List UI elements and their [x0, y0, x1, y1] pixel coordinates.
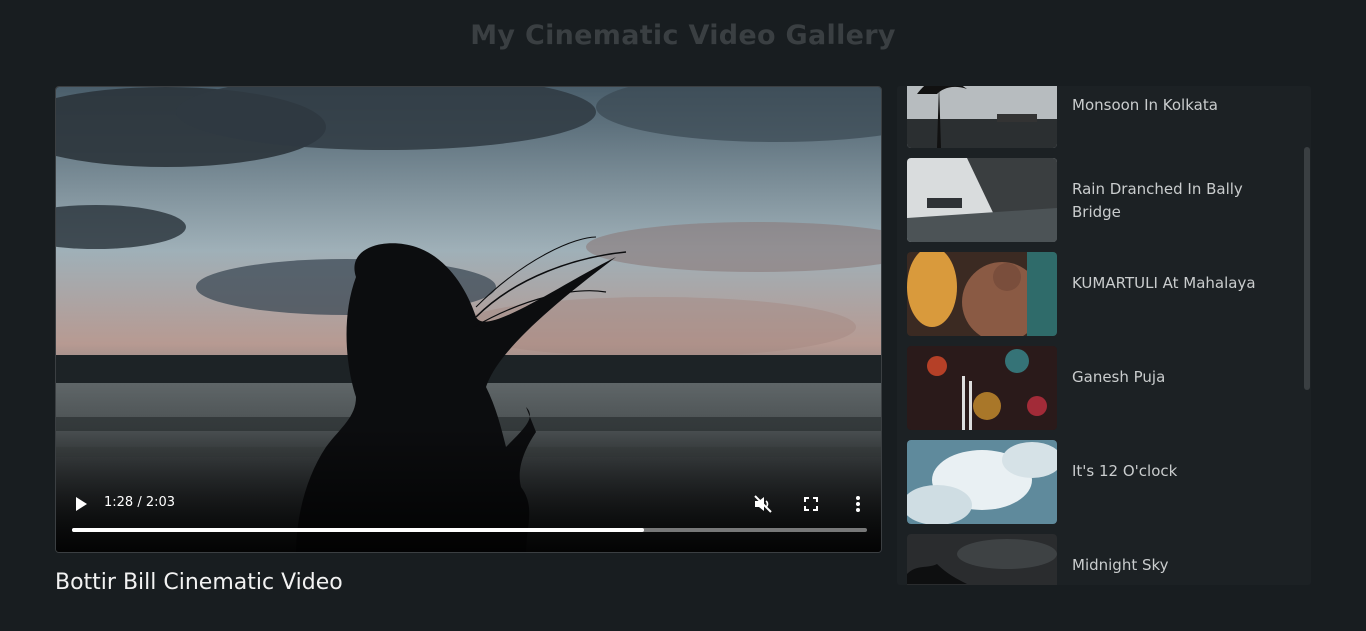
playlist-item-label: It's 12 O'clock [1072, 462, 1178, 480]
play-icon [76, 497, 87, 511]
playlist-item-label: Rain Dranched In Bally Bridge [1072, 180, 1243, 221]
video-thumbnail [907, 86, 1057, 148]
video-thumbnail [907, 346, 1057, 430]
fullscreen-button[interactable] [799, 493, 823, 515]
more-vertical-icon [856, 496, 860, 512]
video-title: Bottir Bill Cinematic Video [55, 570, 343, 595]
video-player[interactable]: 1:28 / 2:03 [55, 86, 882, 553]
player-controls: 1:28 / 2:03 [56, 87, 881, 552]
playlist-item[interactable]: Monsoon In Kolkata [897, 86, 1297, 148]
playlist-item[interactable]: Ganesh Puja [897, 336, 1297, 430]
video-thumbnail [907, 158, 1057, 242]
time-display: 1:28 / 2:03 [104, 495, 176, 510]
playlist-item[interactable]: Midnight Sky [897, 524, 1297, 585]
playlist-item[interactable]: KUMARTULI At Mahalaya [897, 242, 1297, 336]
video-thumbnail [907, 534, 1057, 585]
volume-muted-icon [754, 495, 772, 513]
playlist-item[interactable]: Rain Dranched In Bally Bridge [897, 148, 1297, 242]
video-thumbnail [907, 252, 1057, 336]
playlist-item-label: KUMARTULI At Mahalaya [1072, 274, 1256, 292]
playlist-item[interactable]: It's 12 O'clock [897, 430, 1297, 524]
video-thumbnail [907, 440, 1057, 524]
playlist-scrollbar[interactable] [1304, 147, 1310, 390]
playlist-item-label: Monsoon In Kolkata [1072, 96, 1218, 114]
progress-fill [72, 528, 645, 532]
page-title: My Cinematic Video Gallery [470, 20, 896, 51]
playlist[interactable]: Monsoon In Kolkata Rain Dranched In Ball… [897, 86, 1311, 585]
playlist-item-label: Midnight Sky [1072, 556, 1169, 574]
progress-bar[interactable] [72, 528, 867, 532]
playlist-item-label: Ganesh Puja [1072, 368, 1166, 386]
mute-button[interactable] [750, 493, 776, 515]
fullscreen-icon [804, 497, 818, 511]
more-options-button[interactable] [848, 493, 868, 515]
play-button[interactable] [70, 493, 92, 515]
